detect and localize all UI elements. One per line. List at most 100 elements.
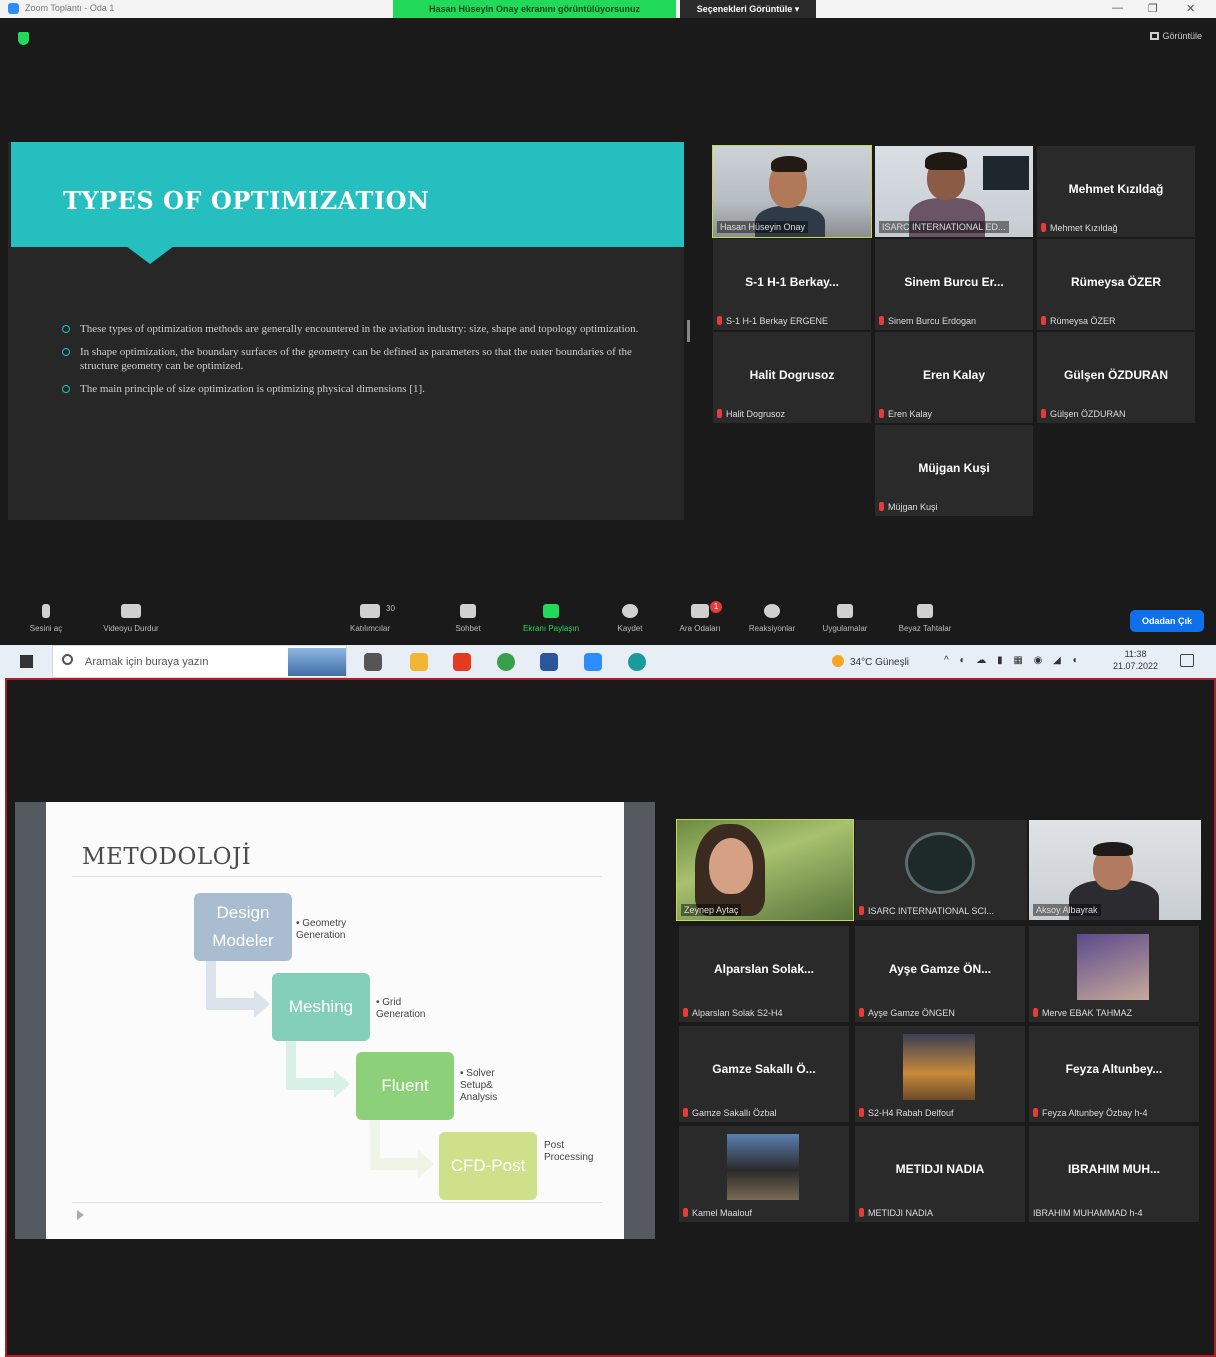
taskbar-search[interactable]: Aramak için buraya yazın	[52, 645, 347, 678]
whiteboard-icon	[917, 604, 933, 618]
video-tile[interactable]: ISARC INTERNATIONAL ED...	[875, 146, 1033, 237]
video-tile[interactable]: Müjgan Kuşi Müjgan Kuşi	[875, 425, 1033, 516]
step-note: Post Processing	[544, 1140, 594, 1163]
system-tray[interactable]: ^ ◐ ☁ ▮ ▦ ◉ ◢ ◖	[944, 655, 1082, 666]
split-handle[interactable]	[687, 320, 690, 342]
video-tile[interactable]: Eren Kalay Eren Kalay	[875, 332, 1033, 423]
apps-label: Uygulamalar	[822, 624, 868, 633]
chrome-icon[interactable]	[497, 653, 515, 671]
step-box-cfd-post: CFD-Post	[439, 1132, 537, 1200]
participant-name: Halit Dogrusoz	[717, 409, 785, 419]
stop-video-button[interactable]: Videoyu Durdur	[92, 596, 170, 633]
muted-mic-icon	[859, 906, 864, 915]
muted-mic-icon	[879, 316, 884, 325]
video-tile[interactable]: Merve EBAK TAHMAZ	[1029, 926, 1199, 1022]
apps-button[interactable]: Uygulamalar	[814, 596, 876, 633]
participant-name-text: Gülşen ÖZDURAN	[1050, 409, 1126, 419]
view-button[interactable]: Görüntüle	[1150, 31, 1202, 41]
windows-start-icon[interactable]	[20, 655, 33, 668]
participant-display-name: Mehmet Kızıldağ	[1068, 182, 1164, 196]
participant-name-text: Ayşe Gamze ÖNGEN	[868, 1008, 955, 1018]
step-note: • Geometry Generation	[296, 918, 347, 941]
participants-button[interactable]: Katılımcılar	[340, 596, 400, 633]
breakout-rooms-icon	[691, 604, 709, 618]
leave-room-button[interactable]: Odadan Çık	[1130, 610, 1204, 632]
participant-avatar	[1077, 934, 1149, 1000]
video-tile[interactable]: Ayşe Gamze ÖN... Ayşe Gamze ÖNGEN	[855, 926, 1025, 1022]
record-button[interactable]: Kaydet	[610, 596, 650, 633]
office-icon[interactable]	[453, 653, 471, 671]
taskbar-clock[interactable]: 11:38 21.07.2022	[1113, 648, 1158, 672]
video-tile[interactable]: S2-H4 Rabah Delfouf	[855, 1026, 1025, 1122]
weather-widget[interactable]: 34°C Güneşli	[832, 655, 909, 668]
participant-name: S-1 H-1 Berkay ERGENE	[717, 316, 828, 326]
video-tile[interactable]: Gülşen ÖZDURAN Gülşen ÖZDURAN	[1037, 332, 1195, 423]
video-tile[interactable]: Feyza Altunbey... Feyza Altunbey Özbay h…	[1029, 1026, 1199, 1122]
participant-name: ISARC INTERNATIONAL ED...	[879, 221, 1009, 233]
muted-mic-icon	[879, 409, 884, 418]
muted-mic-icon	[1033, 1108, 1038, 1117]
participant-name: Hasan Hüseyin Onay	[717, 221, 809, 233]
record-icon	[622, 604, 638, 618]
maximize-icon[interactable]: ❐	[1148, 2, 1158, 15]
video-tile[interactable]: Rümeysa ÖZER Rümeysa ÖZER	[1037, 239, 1195, 330]
muted-mic-icon	[683, 1008, 688, 1017]
view-options-button[interactable]: Seçenekleri Görüntüle ▾	[680, 0, 816, 18]
participant-avatar	[727, 1134, 799, 1200]
video-tile[interactable]: Zeynep Aytaç	[676, 819, 854, 921]
reactions-icon	[764, 604, 780, 618]
shared-slide: METODOLOJİ Design Modeler Meshing Fluent…	[15, 802, 655, 1239]
video-tile[interactable]: Kamel Maalouf	[679, 1126, 849, 1222]
minimize-icon[interactable]: —	[1112, 2, 1123, 14]
notifications-icon[interactable]	[1180, 654, 1194, 667]
participant-name-text: Kamel Maalouf	[692, 1208, 753, 1218]
reactions-button[interactable]: Reaksiyonlar	[740, 596, 804, 633]
shield-icon[interactable]	[18, 32, 29, 45]
video-tile[interactable]: Hasan Hüseyin Onay	[712, 145, 872, 238]
task-view-icon[interactable]	[364, 653, 382, 671]
isarc-logo-icon	[905, 832, 975, 894]
share-screen-button[interactable]: Ekranı Paylaşın	[512, 596, 590, 633]
whiteboard-label: Beyaz Tahtalar	[898, 624, 952, 633]
play-icon[interactable]	[77, 1210, 84, 1220]
zoom-window-top: Zoom Toplantı - Oda 1 Hasan Hüseyin Onay…	[0, 0, 1216, 645]
sun-icon	[832, 655, 844, 667]
participant-name: Müjgan Kuşi	[879, 502, 938, 512]
edge-icon[interactable]	[628, 653, 646, 671]
participant-name: Rümeysa ÖZER	[1041, 316, 1116, 326]
participant-name-text: Müjgan Kuşi	[888, 502, 938, 512]
word-icon[interactable]	[540, 653, 558, 671]
video-tile[interactable]: Gamze Sakallı Ö... Gamze Sakallı Özbal	[679, 1026, 849, 1122]
muted-mic-icon	[683, 1108, 688, 1117]
video-tile[interactable]: Alparslan Solak... Alparslan Solak S2-H4	[679, 926, 849, 1022]
muted-mic-icon	[717, 409, 722, 418]
whiteboard-button[interactable]: Beyaz Tahtalar	[888, 596, 962, 633]
file-explorer-icon[interactable]	[410, 653, 428, 671]
video-tile[interactable]: ISARC INTERNATIONAL SCI...	[855, 820, 1027, 920]
unmute-button[interactable]: Sesini aç	[22, 596, 70, 633]
meeting-toolbar: Sesini aç Videoyu Durdur Katılımcılar 30…	[0, 596, 1216, 642]
video-tile[interactable]: IBRAHIM MUH... IBRAHIM MUHAMMAD h-4	[1029, 1126, 1199, 1222]
participant-display-name: Ayşe Gamze ÖN...	[888, 962, 992, 976]
video-tile[interactable]: S-1 H-1 Berkay... S-1 H-1 Berkay ERGENE	[713, 239, 871, 330]
video-tile[interactable]: Halit Dogrusoz Halit Dogrusoz	[713, 332, 871, 423]
video-tile[interactable]: Aksoy Albayrak	[1029, 820, 1201, 920]
video-tile[interactable]: Mehmet Kızıldağ Mehmet Kızıldağ	[1037, 146, 1195, 237]
search-icon	[62, 654, 73, 665]
participant-face	[709, 838, 753, 894]
video-tile[interactable]: METIDJI NADIA METIDJI NADIA	[855, 1126, 1025, 1222]
participant-name-text: Sinem Burcu Erdogan	[888, 316, 977, 326]
slide-title: METODOLOJİ	[82, 844, 252, 870]
chat-button[interactable]: Sohbet	[448, 596, 488, 633]
video-tile[interactable]: Sinem Burcu Er... Sinem Burcu Erdogan	[875, 239, 1033, 330]
participant-display-name: METIDJI NADIA	[895, 1162, 985, 1176]
slide-page: METODOLOJİ Design Modeler Meshing Fluent…	[46, 802, 624, 1239]
title-bar: Zoom Toplantı - Oda 1 Hasan Hüseyin Onay…	[0, 0, 1216, 18]
step-box-design-modeler: Design Modeler	[194, 893, 292, 961]
muted-mic-icon	[717, 316, 722, 325]
participants-label: Katılımcılar	[349, 624, 390, 633]
participant-avatar	[903, 1034, 975, 1100]
close-icon[interactable]: ✕	[1186, 2, 1195, 15]
participant-name-text: METIDJI NADIA	[868, 1208, 934, 1218]
zoom-taskbar-icon[interactable]	[584, 653, 602, 671]
